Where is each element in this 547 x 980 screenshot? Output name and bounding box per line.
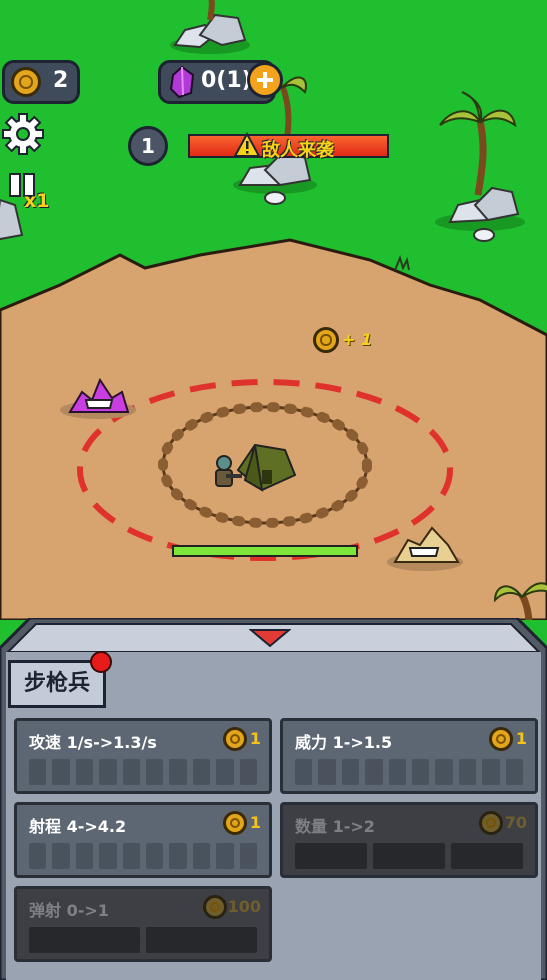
gem-icon: [169, 65, 195, 99]
upgrade-power-cost: 1: [515, 729, 527, 748]
progress-segment: [365, 759, 383, 785]
coin-pickup-icon[interactable]: [313, 327, 339, 353]
upgrade-count-title: 数量 1->2: [295, 817, 375, 836]
progress-segment: [146, 843, 164, 869]
upgrade-count-coin-icon: [479, 811, 503, 835]
upgrade-range-coin-icon: [223, 811, 247, 835]
upgrade-power-title: 威力 1->1.5: [295, 733, 393, 752]
speed-label: x1: [24, 190, 50, 212]
upgrade-count-cost: 70: [504, 813, 527, 832]
speed-toggle-button[interactable]: x1: [6, 170, 50, 214]
progress-segment: [99, 759, 117, 785]
coin-pickup-label: + 1: [342, 330, 373, 349]
progress-segment: [169, 759, 187, 785]
upgrade-bounce-cost: 100: [227, 897, 261, 916]
progress-segment: [295, 843, 367, 869]
upgrade-power-card[interactable]: 威力 1->1.5 1: [280, 718, 538, 794]
progress-segment: [146, 759, 164, 785]
progress-segment: [216, 843, 234, 869]
progress-segment: [412, 759, 430, 785]
coin-counter: 2: [2, 60, 80, 104]
upgrade-attack-speed-cost: 1: [249, 729, 261, 748]
progress-segment: [52, 843, 70, 869]
progress-segment: [169, 843, 187, 869]
upgrade-power-coin-icon: [489, 727, 513, 751]
upgrade-range-title: 射程 4->4.2: [29, 817, 127, 836]
upgrade-panel: 步枪兵 攻速 1/s->1.3/s 1 威力 1->1.5 1 射程 4->4.2 1 数量…: [0, 618, 547, 980]
sand-ground: [0, 238, 547, 620]
wave-number: 1: [128, 126, 168, 166]
upgrade-bounce-coin-icon: [203, 895, 227, 919]
progress-segment: [435, 759, 453, 785]
upgrade-attack-speed-title: 攻速 1/s->1.3/s: [29, 733, 157, 752]
base-health-bar-fill: [174, 547, 356, 555]
progress-segment: [52, 759, 70, 785]
enemy-alert-banner: 敌人来袭: [188, 132, 389, 161]
progress-segment: [505, 759, 523, 785]
palm-tree-top: [207, 0, 215, 21]
progress-segment: [146, 927, 257, 953]
chevron-down-icon: [248, 629, 292, 648]
progress-segment: [192, 843, 211, 869]
upgrade-attack-speed-card[interactable]: 攻速 1/s->1.3/s 1: [14, 718, 272, 794]
coin-icon: [11, 67, 41, 97]
gem-count: 0(1): [201, 68, 252, 93]
gear-icon[interactable]: [1, 112, 45, 156]
progress-segment: [122, 759, 140, 785]
progress-segment: [318, 759, 336, 785]
enemy-alert-text: 敌人来袭: [262, 140, 334, 161]
progress-segment: [29, 843, 47, 869]
progress-segment: [75, 759, 94, 785]
progress-segment: [29, 927, 140, 953]
progress-segment: [295, 759, 313, 785]
progress-segment: [75, 843, 94, 869]
progress-segment: [341, 759, 360, 785]
upgrade-count-card: 数量 1->2 70: [280, 802, 538, 878]
progress-segment: [216, 759, 234, 785]
warning-icon: [234, 132, 260, 157]
progress-segment: [388, 759, 406, 785]
progress-segment: [482, 759, 500, 785]
progress-segment: [458, 759, 477, 785]
progress-segment: [239, 843, 257, 869]
progress-segment: [239, 759, 257, 785]
progress-segment: [99, 843, 117, 869]
upgrade-bounce-title: 弹射 0->1: [29, 901, 109, 920]
upgrade-range-card[interactable]: 射程 4->4.2 1: [14, 802, 272, 878]
progress-segment: [192, 759, 211, 785]
progress-segment: [373, 843, 445, 869]
upgrade-attack-speed-coin-icon: [223, 727, 247, 751]
progress-segment: [29, 759, 47, 785]
notification-dot: [90, 651, 112, 673]
add-gems-button[interactable]: [247, 62, 283, 98]
upgrade-bounce-card: 弹射 0->1 100: [14, 886, 272, 962]
collapse-panel-button[interactable]: [248, 626, 292, 648]
upgrade-range-cost: 1: [249, 813, 261, 832]
progress-segment: [122, 843, 140, 869]
progress-segment: [451, 843, 523, 869]
coin-count: 2: [53, 68, 69, 93]
